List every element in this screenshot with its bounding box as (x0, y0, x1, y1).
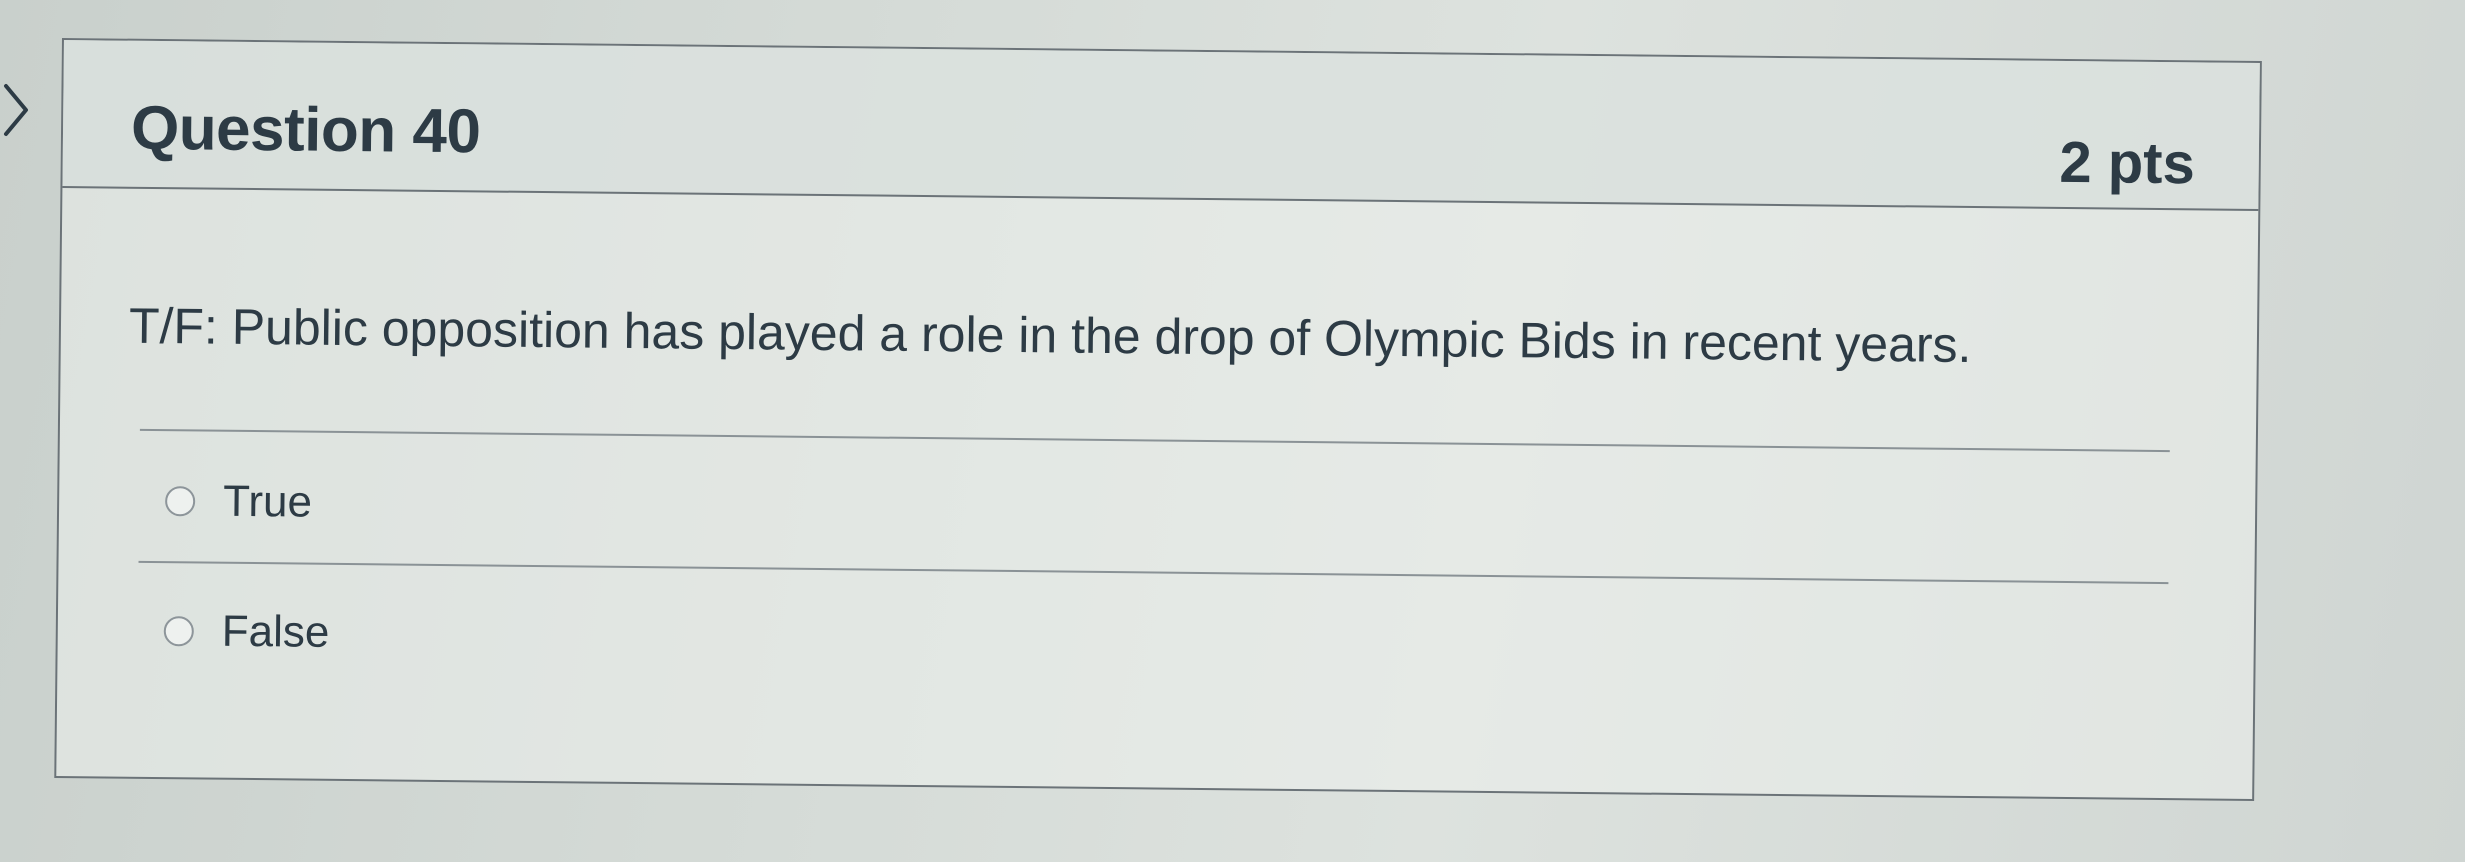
question-points: 2 pts (2059, 129, 2196, 197)
question-header: Question 40 2 pts (62, 40, 2260, 212)
radio-false[interactable] (163, 616, 194, 647)
answer-option-true[interactable]: True (164, 473, 313, 531)
answer-label: True (222, 476, 313, 527)
answer-divider (138, 560, 2169, 585)
question-card: Question 40 2 pts T/F: Public opposition… (54, 38, 2262, 801)
radio-true[interactable] (164, 486, 196, 517)
answer-divider (139, 428, 2170, 453)
answer-label: False (221, 606, 330, 657)
answer-option-false[interactable]: False (163, 603, 330, 661)
question-text: T/F: Public opposition has played a role… (128, 297, 1972, 374)
question-title: Question 40 (130, 93, 481, 167)
chevron-right-icon[interactable] (0, 80, 34, 140)
